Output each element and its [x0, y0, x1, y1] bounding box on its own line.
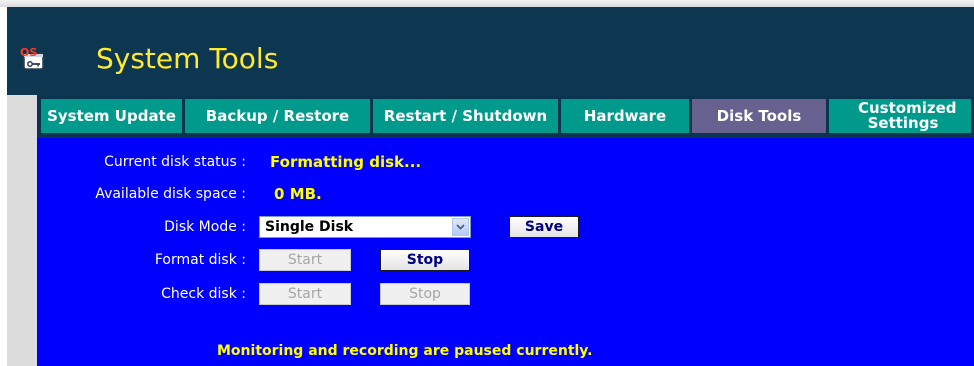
disk-status-value: Formatting disk...: [270, 153, 422, 171]
disk-space-label: Available disk space :: [95, 186, 246, 202]
tab-hardware[interactable]: Hardware: [561, 99, 689, 133]
tab-customized-settings[interactable]: Customized Settings: [829, 99, 971, 133]
logo-text: OS: [20, 46, 37, 59]
page-title: System Tools: [96, 42, 279, 75]
disk-status-label: Current disk status :: [104, 154, 246, 170]
os-tools-logo-icon: OS: [19, 45, 45, 71]
disk-mode-label: Disk Mode :: [164, 219, 246, 235]
status-notice: Monitoring and recording are paused curr…: [217, 343, 593, 359]
format-disk-label: Format disk :: [154, 252, 246, 268]
chevron-down-icon[interactable]: [452, 218, 469, 236]
tab-label: Hardware: [583, 106, 667, 125]
tab-restart-shutdown[interactable]: Restart / Shutdown: [373, 99, 558, 133]
tab-disk-tools[interactable]: Disk Tools: [692, 99, 826, 133]
tab-label: System Update: [47, 106, 176, 125]
tab-label: Customized Settings: [858, 99, 957, 132]
tab-bar: System Update Backup / Restore Restart /…: [37, 95, 974, 138]
tab-label: Restart / Shutdown: [383, 106, 548, 125]
check-disk-label: Check disk :: [161, 286, 246, 302]
disk-tools-panel: Current disk status : Formatting disk...…: [37, 138, 974, 366]
svg-text:OS: OS: [20, 46, 37, 59]
tab-system-update[interactable]: System Update: [41, 99, 182, 133]
top-strip: [0, 0, 974, 7]
left-rail: [7, 95, 37, 366]
disk-mode-selected: Single Disk: [265, 219, 354, 235]
app-window: OS System Tools System Update Backup / R…: [0, 0, 974, 366]
format-start-button[interactable]: Start: [259, 249, 351, 271]
tab-label: Disk Tools: [716, 106, 802, 125]
format-stop-button[interactable]: Stop: [380, 249, 470, 271]
check-stop-button[interactable]: Stop: [380, 283, 470, 305]
tab-backup-restore[interactable]: Backup / Restore: [185, 99, 370, 133]
save-button[interactable]: Save: [509, 216, 579, 238]
disk-space-value: 0 MB.: [274, 185, 322, 203]
header: OS System Tools: [7, 7, 974, 95]
disk-mode-select[interactable]: Single Disk: [259, 216, 471, 238]
check-start-button[interactable]: Start: [259, 283, 351, 305]
tab-label: Backup / Restore: [205, 106, 350, 125]
